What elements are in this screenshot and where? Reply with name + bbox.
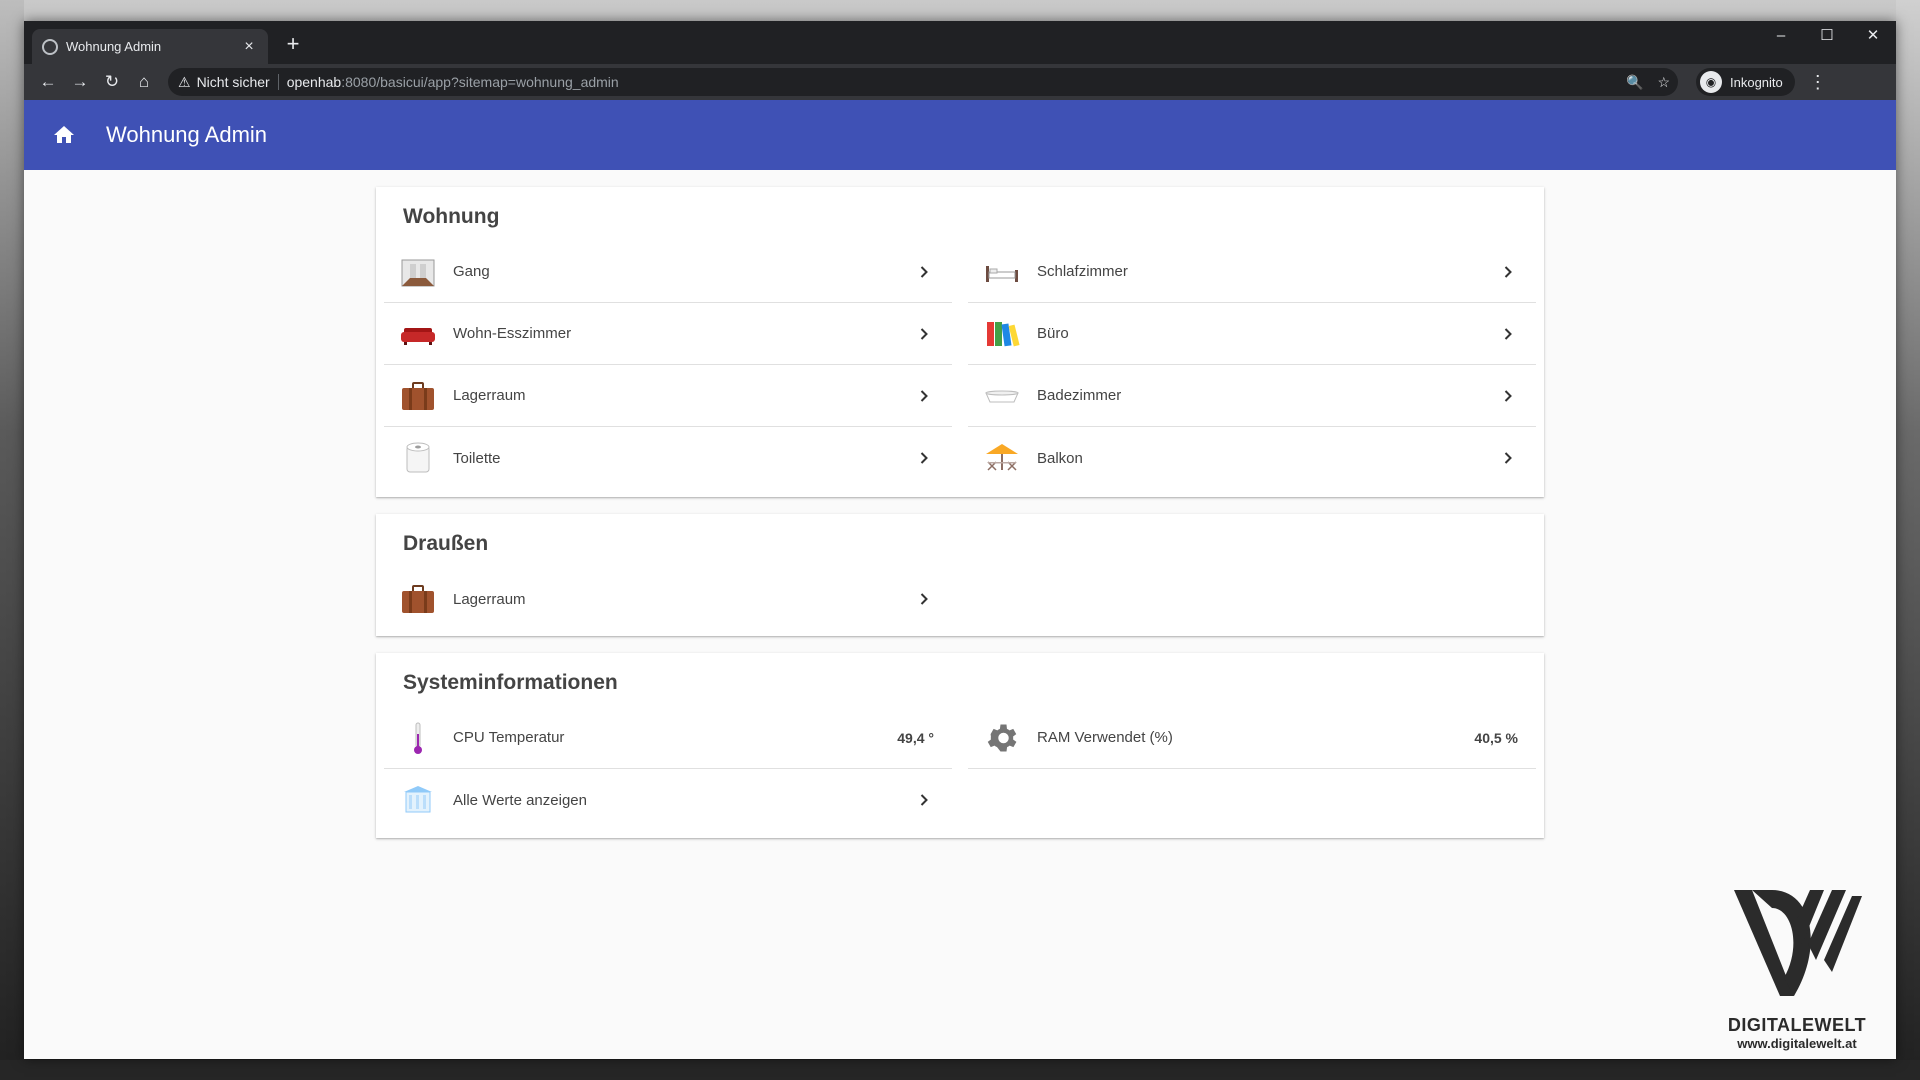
security-indicator[interactable]: Nicht sicher: [197, 74, 270, 90]
list-item-label: RAM Verwendet (%): [1037, 729, 1173, 746]
watermark-brand: DIGITALEWELT: [1727, 1015, 1867, 1035]
chevron-right-icon: [920, 327, 928, 340]
back-button[interactable]: ←: [32, 72, 64, 92]
omnibox-actions: 🔍 ☆: [1626, 68, 1670, 96]
desktop-backdrop-bottom: [0, 1060, 1920, 1080]
list-item-lagerraum[interactable]: Lagerraum: [384, 365, 952, 427]
chevron-right-icon: [1504, 265, 1512, 278]
app-header: Wohnung Admin: [24, 100, 1896, 170]
close-window-button[interactable]: ✕: [1850, 21, 1896, 51]
window-controls: – ☐ ✕: [1758, 21, 1896, 51]
browser-toolbar: ← → ↻ ⌂ ⚠ Nicht sicher openhab :8080/bas…: [24, 64, 1896, 100]
digitalewelt-logo-icon: [1734, 890, 1862, 996]
list-item-wohn-esszimmer[interactable]: Wohn-Esszimmer: [384, 303, 952, 365]
chevron-right-icon: [920, 452, 928, 464]
sofa-icon: [401, 327, 435, 345]
tab-strip: Wohnung Admin × + – ☐ ✕: [24, 21, 1896, 64]
list-item-label: Badezimmer: [1037, 387, 1122, 404]
tab-title: Wohnung Admin: [66, 39, 162, 54]
maximize-button[interactable]: ☐: [1804, 21, 1850, 51]
bookmark-star-icon[interactable]: ☆: [1657, 74, 1670, 91]
toilet-paper-icon: [406, 442, 430, 473]
list-item-toilette[interactable]: Toilette: [384, 427, 952, 489]
list-item-lagerraum-draussen[interactable]: Lagerraum: [384, 568, 952, 630]
reload-button[interactable]: ↻: [96, 72, 128, 92]
new-tab-button[interactable]: +: [280, 31, 306, 57]
watermark-url: www.digitalewelt.at: [1737, 1036, 1857, 1051]
list-item-label: Wohn-Esszimmer: [453, 325, 572, 342]
desktop-backdrop-left: [0, 0, 24, 1080]
chevron-right-icon: [920, 389, 928, 402]
url-path: :8080/basicui/app?sitemap=wohnung_admin: [341, 74, 619, 90]
list-item-alle-werte[interactable]: Alle Werte anzeigen: [384, 769, 952, 831]
home-button[interactable]: ⌂: [128, 72, 160, 92]
openhab-favicon-icon: [42, 38, 58, 55]
chevron-right-icon: [1504, 327, 1512, 340]
archive-icon: [404, 786, 432, 813]
minimize-button[interactable]: –: [1758, 21, 1804, 51]
url-host: openhab: [286, 74, 342, 90]
suitcase-icon: [402, 585, 434, 613]
list-item-badezimmer[interactable]: Badezimmer: [968, 365, 1536, 427]
warning-icon: ⚠: [178, 73, 191, 90]
thermometer-icon: [414, 722, 422, 754]
section-draussen: Draußen Lagerraum: [376, 514, 1544, 636]
zoom-icon[interactable]: 🔍: [1626, 74, 1643, 91]
tab-close-icon[interactable]: ×: [240, 38, 258, 56]
list-item-label: Lagerraum: [453, 590, 526, 608]
corridor-icon: [401, 259, 435, 286]
cpu-temperature-value: 49,4 °: [897, 729, 934, 746]
section-wohnung: Wohnung Gang Schlafzimmer Wohn-Esszimmer…: [376, 187, 1544, 497]
chevron-right-icon: [920, 265, 928, 278]
bathtub-icon: [985, 390, 1019, 402]
bed-icon: [986, 265, 1018, 282]
section-title: Systeminformationen: [403, 671, 618, 694]
page-title: Wohnung Admin: [106, 122, 268, 147]
list-item-schlafzimmer[interactable]: Schlafzimmer: [968, 241, 1536, 303]
list-item-label: Alle Werte anzeigen: [453, 791, 587, 809]
chevron-right-icon: [920, 593, 928, 605]
gear-icon: [987, 724, 1017, 751]
incognito-icon: ◉: [1700, 71, 1722, 93]
incognito-profile-button[interactable]: ◉ Inkognito: [1696, 68, 1795, 96]
browser-menu-icon[interactable]: ⋮: [1809, 72, 1827, 93]
chevron-right-icon: [1504, 389, 1512, 402]
ram-usage-value: 40,5 %: [1474, 729, 1518, 746]
address-bar[interactable]: ⚠ Nicht sicher openhab :8080/basicui/app…: [168, 68, 1678, 96]
list-item-label: Toilette: [453, 449, 501, 467]
list-item-label: Büro: [1037, 325, 1069, 342]
office-binders-icon: [987, 321, 1020, 346]
list-item-label: CPU Temperatur: [453, 729, 565, 746]
forward-button[interactable]: →: [64, 72, 96, 92]
desktop-backdrop-right: [1896, 0, 1920, 1080]
section-title: Wohnung: [403, 205, 500, 228]
incognito-label: Inkognito: [1730, 74, 1783, 90]
browser-tab[interactable]: Wohnung Admin ×: [32, 29, 268, 64]
list-item-ram-verwendet: RAM Verwendet (%) 40,5 %: [968, 707, 1536, 769]
chevron-right-icon: [920, 794, 928, 806]
watermark: DIGITALEWELT www.digitalewelt.at: [1722, 886, 1872, 1051]
list-item-balkon[interactable]: Balkon: [968, 427, 1536, 489]
suitcase-icon: [402, 381, 434, 410]
list-item-buero[interactable]: Büro: [968, 303, 1536, 365]
main-content: Wohnung Gang Schlafzimmer Wohn-Esszimmer…: [24, 170, 1896, 1059]
browser-window: Wohnung Admin × + – ☐ ✕ ← → ↻ ⌂ ⚠ Nicht …: [24, 21, 1896, 1059]
list-item-gang[interactable]: Gang: [384, 241, 952, 303]
parasol-icon: [986, 444, 1018, 471]
home-icon[interactable]: [52, 123, 76, 147]
omnibox-separator: [277, 74, 279, 90]
section-title: Draußen: [403, 532, 489, 555]
list-item-cpu-temperatur: CPU Temperatur 49,4 °: [384, 707, 952, 769]
list-item-label: Gang: [453, 263, 490, 280]
list-item-label: Schlafzimmer: [1037, 263, 1128, 280]
list-item-label: Balkon: [1037, 449, 1083, 467]
section-systeminformationen: Systeminformationen CPU Temperatur 49,4 …: [376, 653, 1544, 838]
chevron-right-icon: [1504, 452, 1512, 464]
list-item-label: Lagerraum: [453, 387, 526, 404]
